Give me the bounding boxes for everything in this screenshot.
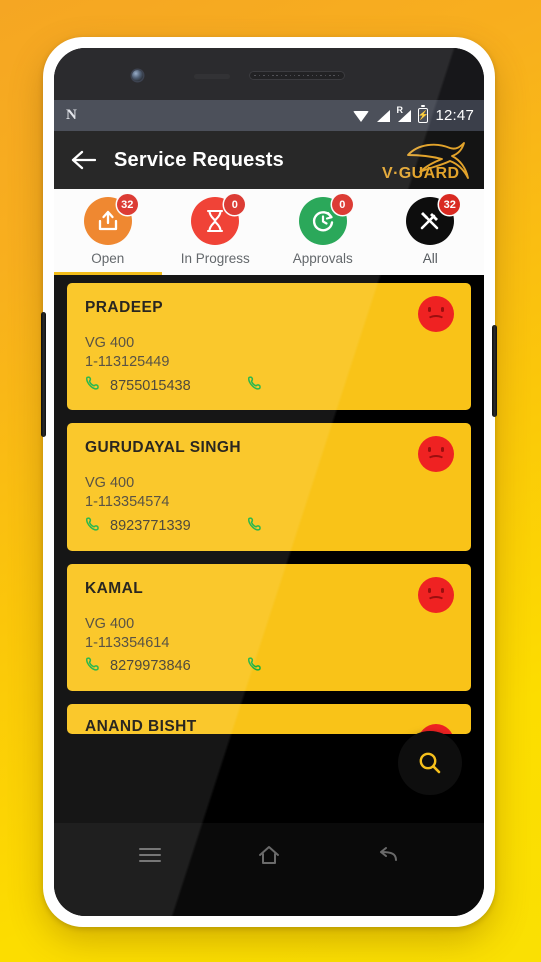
customer-name: PRADEEP: [85, 299, 164, 316]
wifi-icon: [353, 110, 370, 122]
power-button[interactable]: [492, 325, 497, 417]
phone-number: 8279973846: [110, 658, 191, 675]
tab-approvals-label: Approvals: [292, 251, 353, 266]
sad-face-icon: [418, 296, 454, 332]
status-clock: 12:47: [435, 107, 474, 124]
search-icon: [419, 752, 441, 774]
tab-all-label: All: [422, 251, 438, 266]
app-screen: N R ⚡ 12:47 Service Requests V·GUARD 32 …: [54, 100, 484, 823]
sad-face-icon: [418, 576, 454, 613]
status-icons: R ⚡ 12:47: [353, 105, 474, 124]
tab-approvals[interactable]: 0 Approvals: [269, 189, 377, 275]
phone-device: N R ⚡ 12:47 Service Requests V·GUARD 32 …: [41, 37, 497, 927]
tab-approvals-icon-wrap: 0: [298, 194, 353, 245]
tab-in-progress-icon-wrap: 0: [191, 194, 246, 245]
card-details: VG 400 1-113125449 8755015438: [85, 334, 453, 396]
tab-all[interactable]: 32 All: [377, 189, 485, 275]
tab-open-icon-wrap: 32: [83, 194, 138, 245]
phone-number: 8923771339: [110, 518, 191, 534]
customer-name: KAMAL: [85, 579, 144, 597]
phone-row[interactable]: 8279973846: [85, 656, 453, 677]
service-request-list[interactable]: PRADEEP VG 400 1-113125449 8755015438 GU…: [54, 275, 484, 823]
svg-text:V·GUARD: V·GUARD: [382, 165, 459, 182]
tab-open-badge: 32: [116, 194, 138, 215]
device-bottom-bezel: [54, 887, 484, 916]
phone-number: 8755015438: [110, 377, 191, 394]
phone-call-icon[interactable]: [85, 375, 100, 396]
front-camera-icon: [132, 70, 143, 81]
tab-open[interactable]: 32 Open: [54, 189, 162, 275]
status-bar: N R ⚡ 12:47: [54, 100, 484, 131]
menu-icon[interactable]: [130, 835, 170, 875]
card-details: VG 400 1-113354614 8279973846: [85, 615, 453, 677]
service-request-card[interactable]: KAMAL VG 400 1-113354614 8279973846: [67, 563, 471, 691]
tab-open-label: Open: [91, 251, 125, 266]
phone-call-action-icon[interactable]: [247, 375, 262, 396]
card-details: VG 400 1-113354574 8923771339: [85, 474, 453, 536]
system-nav-bar: [54, 823, 484, 887]
proximity-sensor: [194, 74, 230, 79]
phone-call-action-icon[interactable]: [247, 516, 262, 537]
phone-call-icon[interactable]: [85, 656, 100, 677]
app-header: Service Requests V·GUARD: [54, 131, 484, 189]
product-model: VG 400: [85, 475, 135, 492]
service-request-card[interactable]: GURUDAYAL SINGH VG 400 1-113354574 89237…: [67, 423, 471, 551]
page-title: Service Requests: [114, 148, 284, 171]
tab-in-progress[interactable]: 0 In Progress: [162, 189, 270, 275]
roaming-label: R: [396, 104, 403, 115]
earpiece-speaker: [249, 71, 345, 80]
search-fab-button[interactable]: [398, 731, 462, 795]
request-id: 1-113354574: [85, 494, 170, 511]
customer-name: ANAND BISHT: [85, 717, 197, 734]
service-request-card[interactable]: ANAND BISHT: [67, 703, 471, 734]
tab-all-badge: 32: [439, 194, 461, 215]
home-icon[interactable]: [249, 835, 289, 875]
sad-face-icon: [418, 436, 454, 473]
service-request-card[interactable]: PRADEEP VG 400 1-113125449 8755015438: [67, 283, 471, 411]
phone-row[interactable]: 8923771339: [85, 516, 453, 537]
tab-in-progress-badge: 0: [224, 194, 246, 215]
tab-approvals-badge: 0: [331, 194, 353, 215]
tab-in-progress-label: In Progress: [180, 251, 250, 266]
request-id: 1-113354614: [85, 634, 170, 651]
signal-roaming-icon: R: [396, 105, 412, 122]
device-top-bezel: [54, 48, 484, 100]
product-model: VG 400: [85, 615, 135, 632]
product-model: VG 400: [85, 335, 135, 351]
phone-call-action-icon[interactable]: [247, 656, 262, 677]
phone-call-icon[interactable]: [85, 516, 100, 537]
android-n-logo: N: [66, 107, 77, 123]
back-icon[interactable]: [368, 835, 408, 875]
volume-button[interactable]: [41, 312, 46, 437]
signal-icon: [376, 109, 391, 122]
request-id: 1-113125449: [85, 354, 170, 371]
battery-charging-icon: ⚡: [418, 105, 429, 123]
phone-row[interactable]: 8755015438: [85, 375, 453, 396]
phone-screen-area: N R ⚡ 12:47 Service Requests V·GUARD 32 …: [54, 48, 484, 916]
tab-all-icon-wrap: 32: [406, 194, 461, 245]
customer-name: GURUDAYAL SINGH: [85, 439, 242, 457]
vguard-logo: V·GUARD: [380, 138, 472, 182]
status-tab-bar: 32 Open 0 In Progress 0 Approvals 32 All: [54, 189, 484, 275]
back-arrow-icon[interactable]: [66, 143, 100, 177]
